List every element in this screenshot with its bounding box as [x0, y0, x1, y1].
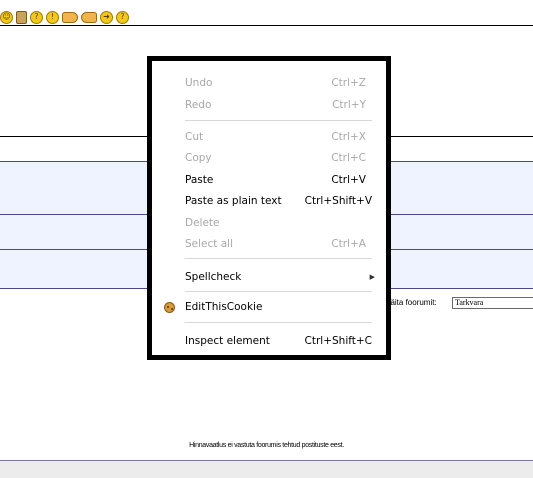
trash-icon[interactable]: [16, 10, 27, 24]
menu-item-delete[interactable]: Delete: [185, 215, 366, 231]
menu-item-label: Paste as plain text: [185, 195, 282, 207]
menu-item-label: Inspect element: [185, 335, 270, 347]
menu-item-label: Cut: [185, 131, 204, 143]
top-divider: [0, 25, 533, 26]
smiley-icon[interactable]: ☺: [0, 10, 13, 24]
menu-item-shortcut: Ctrl+Y: [332, 99, 366, 111]
menu-item-redo[interactable]: Redo Ctrl+Y: [185, 97, 366, 113]
menu-item-select-all[interactable]: Select all Ctrl+A: [185, 236, 366, 252]
menu-item-paste-plain[interactable]: Paste as plain text Ctrl+Shift+V: [185, 193, 372, 209]
menu-separator: [185, 322, 372, 323]
menu-item-label: Select all: [185, 238, 233, 250]
exclamation-icon[interactable]: !: [46, 10, 59, 24]
menu-item-editthiscookie[interactable]: EditThisCookie: [185, 299, 366, 315]
menu-item-label: Paste: [185, 174, 214, 186]
cookie-icon: [164, 302, 175, 313]
submenu-arrow-icon: ▶: [369, 273, 375, 281]
menu-separator: [185, 291, 372, 292]
hand-right-icon[interactable]: [62, 11, 78, 23]
menu-item-paste[interactable]: Paste Ctrl+V: [185, 172, 366, 188]
menu-item-label: Copy: [185, 152, 212, 164]
menu-item-label: Undo: [185, 77, 213, 89]
smiley-toolbar: ☺ ? ! ➜ ?: [0, 8, 129, 26]
menu-separator: [185, 120, 372, 121]
menu-item-label: Delete: [185, 217, 220, 229]
menu-item-label: EditThisCookie: [185, 301, 263, 313]
idea-icon[interactable]: ?: [116, 10, 129, 24]
forum-jump-select[interactable]: Tarkvara: [452, 297, 533, 309]
menu-separator: [185, 258, 372, 259]
footer-disclaimer: Hinnavaatlus ei vastuta foorumis tehtud …: [189, 442, 344, 449]
menu-item-shortcut: Ctrl+C: [331, 152, 366, 164]
menu-item-shortcut: Ctrl+Shift+V: [304, 195, 372, 207]
hand-left-icon[interactable]: [81, 11, 97, 23]
bottom-bar: [0, 460, 533, 478]
forum-jump-label: näita foorumit:: [386, 298, 437, 307]
menu-item-shortcut: Ctrl+Z: [331, 77, 366, 89]
menu-item-shortcut: Ctrl+X: [331, 131, 366, 143]
question-icon[interactable]: ?: [30, 10, 43, 24]
menu-item-inspect[interactable]: Inspect element Ctrl+Shift+C: [185, 333, 372, 349]
arrow-icon[interactable]: ➜: [100, 10, 113, 24]
menu-item-copy[interactable]: Copy Ctrl+C: [185, 150, 366, 166]
menu-item-shortcut: Ctrl+Shift+C: [304, 335, 372, 347]
menu-item-label: Spellcheck: [185, 271, 242, 283]
menu-item-cut[interactable]: Cut Ctrl+X: [185, 129, 366, 145]
menu-item-label: Redo: [185, 99, 212, 111]
context-menu: Undo Ctrl+Z Redo Ctrl+Y Cut Ctrl+X Copy …: [147, 56, 391, 360]
menu-item-spellcheck[interactable]: Spellcheck: [185, 269, 366, 285]
menu-item-shortcut: Ctrl+V: [331, 174, 366, 186]
menu-item-undo[interactable]: Undo Ctrl+Z: [185, 75, 366, 91]
menu-item-shortcut: Ctrl+A: [331, 238, 366, 250]
